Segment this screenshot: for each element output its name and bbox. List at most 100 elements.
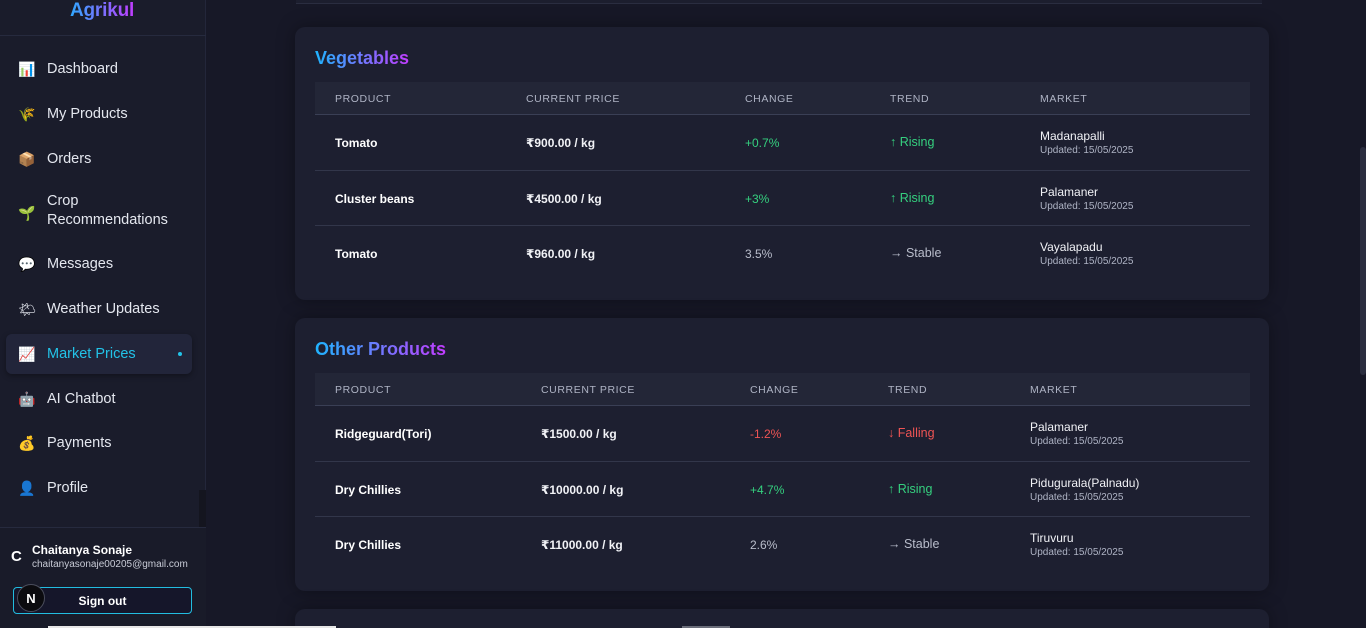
table-row: Tomato ₹900.00 / kg +0.7% ↑ Rising Madan… (315, 115, 1250, 171)
product-name: Dry Chillies (335, 538, 402, 552)
sidebar: Agrikul 📊 Dashboard 🌾 My Products 📦 Orde… (0, 0, 206, 628)
product-name: Ridgeguard(Tori) (335, 427, 432, 441)
package-icon: 📦 (18, 150, 36, 167)
sidebar-item-label: My Products (47, 106, 128, 122)
trend-indicator: ↑ Rising (890, 190, 935, 205)
trend-indicator: ↓ Falling (888, 426, 935, 440)
table-row: Tomato ₹960.00 / kg 3.5% → Stable Vayala… (315, 226, 1250, 282)
vegetables-table: PRODUCT CURRENT PRICE CHANGE TREND MARKE… (315, 82, 1250, 282)
divider (0, 35, 206, 36)
sidebar-item-payments[interactable]: 💰 Payments (0, 423, 206, 463)
current-price: ₹900.00 / kg (526, 136, 596, 150)
column-header-trend: TREND (888, 384, 928, 396)
avatar: C (11, 548, 22, 565)
table-header: PRODUCT CURRENT PRICE CHANGE TREND MARKE… (315, 82, 1250, 115)
table-row: Dry Chillies ₹10000.00 / kg +4.7% ↑ Risi… (315, 462, 1250, 517)
column-header-change: CHANGE (750, 384, 799, 396)
weather-icon: 🌤 (18, 300, 36, 317)
column-header-price: CURRENT PRICE (541, 384, 635, 396)
sidebar-item-label: Messages (47, 256, 114, 272)
product-name: Tomato (335, 247, 378, 261)
current-price: ₹960.00 / kg (526, 247, 596, 261)
sidebar-item-label: Weather Updates (47, 301, 160, 317)
current-price: ₹4500.00 / kg (526, 191, 602, 206)
updated-date: Updated: 15/05/2025 (1030, 491, 1124, 503)
robot-icon: 🤖 (18, 390, 36, 407)
wheat-icon: 🌾 (18, 105, 36, 122)
sidebar-item-messages[interactable]: 💬 Messages (0, 244, 206, 284)
sidebar-item-label: Market Prices (47, 346, 136, 362)
trend-indicator: → Stable (888, 537, 940, 551)
price-change: 3.5% (745, 247, 773, 261)
table-row: Dry Chillies ₹11000.00 / kg 2.6% → Stabl… (315, 517, 1250, 573)
chart-icon: 📊 (18, 60, 36, 77)
sidebar-item-market-prices[interactable]: 📈 Market Prices (6, 334, 192, 374)
sidebar-item-crop-recommendations[interactable]: 🌱 Crop Recommendations (0, 192, 206, 238)
sidebar-item-weather-updates[interactable]: 🌤 Weather Updates (0, 289, 206, 329)
market-info: Madanapalli Updated: 15/05/2025 (1040, 129, 1133, 156)
market-name: Vayalapadu (1040, 240, 1103, 254)
sidebar-item-profile[interactable]: 👤 Profile (0, 468, 206, 508)
updated-date: Updated: 15/05/2025 (1040, 256, 1134, 267)
column-header-product: PRODUCT (335, 384, 392, 396)
market-info: Palamaner Updated: 15/05/2025 (1030, 420, 1123, 447)
updated-date: Updated: 15/05/2025 (1030, 547, 1124, 558)
other-products-table: PRODUCT CURRENT PRICE CHANGE TREND MARKE… (315, 373, 1250, 573)
trend-chart-icon: 📈 (18, 345, 36, 362)
sidebar-item-label: Dashboard (47, 61, 118, 77)
current-price: ₹1500.00 / kg (541, 427, 617, 441)
table-row: Ridgeguard(Tori) ₹1500.00 / kg -1.2% ↓ F… (315, 406, 1250, 462)
current-price: ₹11000.00 / kg (541, 538, 623, 552)
price-change: 2.6% (750, 538, 778, 552)
sidebar-item-dashboard[interactable]: 📊 Dashboard (0, 49, 206, 89)
price-change: +4.7% (750, 482, 785, 497)
scrollbar-thumb[interactable] (1360, 147, 1366, 375)
next-dev-badge[interactable]: N (17, 584, 45, 612)
market-info: Pidugurala(Palnadu) Updated: 15/05/2025 (1030, 476, 1139, 503)
user-panel: C Chaitanya Sonaje chaitanyasonaje00205@… (0, 527, 206, 628)
table-header: PRODUCT CURRENT PRICE CHANGE TREND MARKE… (315, 373, 1250, 406)
trend-indicator: ↑ Rising (888, 481, 933, 496)
product-name: Tomato (335, 136, 378, 150)
seedling-icon: 🌱 (18, 204, 36, 221)
column-header-change: CHANGE (745, 93, 794, 105)
column-header-market: MARKET (1030, 384, 1078, 396)
column-header-trend: TREND (890, 93, 930, 105)
sidebar-item-ai-chatbot[interactable]: 🤖 AI Chatbot (0, 379, 206, 419)
sidebar-item-label: Crop Recommendations (47, 193, 168, 228)
market-name: Palamaner (1040, 184, 1099, 199)
chat-icon: 💬 (18, 255, 36, 272)
updated-date: Updated: 15/05/2025 (1030, 436, 1124, 447)
section-title: Vegetables (315, 48, 410, 68)
sidebar-item-label: Orders (47, 151, 92, 167)
sidebar-item-label: Payments (47, 435, 112, 451)
price-change: +0.7% (745, 136, 780, 150)
column-header-product: PRODUCT (335, 93, 392, 105)
sidebar-item-label: Profile (47, 480, 89, 496)
column-header-price: CURRENT PRICE (526, 93, 620, 105)
market-name: Tiruvuru (1030, 531, 1074, 545)
sidebar-item-orders[interactable]: 📦 Orders (0, 139, 206, 179)
market-info: Vayalapadu Updated: 15/05/2025 (1040, 240, 1133, 267)
vegetables-card: Vegetables PRODUCT CURRENT PRICE CHANGE … (295, 27, 1269, 300)
sidebar-item-my-products[interactable]: 🌾 My Products (0, 94, 206, 134)
next-card-edge (295, 609, 1269, 628)
previous-card-edge (296, 0, 1262, 4)
brand-logo[interactable]: Agrikul (70, 0, 134, 22)
current-price: ₹10000.00 / kg (541, 482, 624, 497)
active-indicator (178, 352, 182, 356)
sidebar-scrollbar[interactable] (199, 490, 206, 528)
other-products-card: Other Products PRODUCT CURRENT PRICE CHA… (295, 318, 1269, 591)
table-row: Cluster beans ₹4500.00 / kg +3% ↑ Rising… (315, 171, 1250, 226)
page-scrollbar[interactable] (1355, 0, 1366, 628)
money-bag-icon: 💰 (18, 434, 36, 451)
market-name: Madanapalli (1040, 129, 1105, 143)
trend-indicator: ↑ Rising (890, 135, 935, 149)
market-name: Palamaner (1030, 420, 1089, 434)
trend-indicator: → Stable (890, 246, 942, 260)
price-change: -1.2% (750, 427, 782, 441)
updated-date: Updated: 15/05/2025 (1040, 145, 1134, 156)
product-name: Cluster beans (335, 191, 415, 206)
user-email: chaitanyasonaje00205@gmail.com (32, 559, 188, 570)
market-name: Pidugurala(Palnadu) (1030, 475, 1140, 490)
